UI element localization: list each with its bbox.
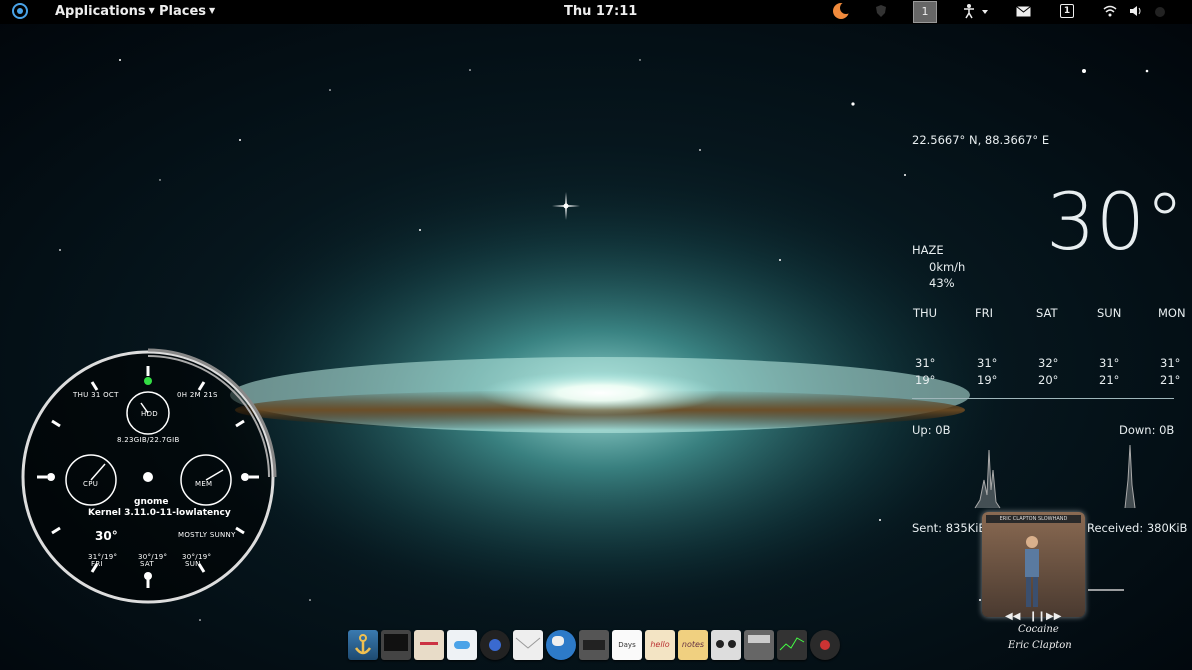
document-editor-icon[interactable] <box>414 630 444 660</box>
printer-icon[interactable] <box>579 630 609 660</box>
clock-face <box>21 348 277 604</box>
chevron-down-icon: ▼ <box>209 6 216 15</box>
turntable-arm-icon <box>1088 589 1124 591</box>
notes-icon[interactable]: notes <box>678 630 708 660</box>
forecast-day: SUN <box>1097 306 1122 320</box>
weather-wind: 0km/h <box>929 260 966 274</box>
places-menu-label: Places <box>159 4 207 19</box>
applications-menu[interactable]: Applications ▼ <box>55 4 155 19</box>
panel-clock[interactable]: Thu 17:11 <box>564 4 637 19</box>
forecast-high: 31° <box>1160 356 1181 370</box>
mem-label: MEM <box>195 480 213 488</box>
globe-icon[interactable] <box>546 630 576 660</box>
applications-menu-label: Applications <box>55 4 146 19</box>
weather-coordinates: 22.5667° N, 88.3667° E <box>912 133 1050 147</box>
clock-condition: MOSTLY SUNNY <box>178 531 236 539</box>
forecast-low: 19° <box>915 373 936 387</box>
clock-date: THU 31 OCT <box>73 391 119 399</box>
forecast-high: 31° <box>915 356 936 370</box>
clock-forecast-day: FRI <box>91 560 103 568</box>
clock-forecast-day: SUN <box>185 560 201 568</box>
artist-figure-icon <box>1025 536 1039 607</box>
hdd-label: HDD <box>141 410 158 418</box>
activities-logo-icon[interactable] <box>11 2 29 24</box>
disk-usage: 8.23GiB/22.7GiB <box>117 436 180 444</box>
calendar-icon[interactable]: Days <box>612 630 642 660</box>
clock-forecast-day: SAT <box>140 560 154 568</box>
track-title: Cocaine <box>1018 624 1059 635</box>
workspace-indicator[interactable]: 1 <box>913 1 937 23</box>
forecast-high: 31° <box>977 356 998 370</box>
speaker-icon[interactable] <box>711 630 741 660</box>
album-art[interactable]: ERIC CLAPTON SLOWHAND <box>982 512 1085 617</box>
track-artist: Eric Clapton <box>1008 640 1072 651</box>
forecast-day: MON <box>1158 306 1186 320</box>
prev-button[interactable]: ◀◀ <box>1005 611 1020 622</box>
forecast-low: 21° <box>1160 373 1181 387</box>
accessibility-icon[interactable] <box>962 3 988 23</box>
cpu-label: CPU <box>83 480 99 488</box>
weather-condition: HAZE <box>912 243 944 257</box>
network-up: Up: 0B <box>912 423 951 437</box>
places-menu[interactable]: Places ▼ <box>159 4 215 19</box>
network-graph <box>974 444 1136 509</box>
workspace-switcher-icon[interactable]: 1 <box>1060 4 1074 18</box>
shield-icon[interactable] <box>875 4 887 22</box>
radio-player-icon[interactable] <box>744 630 774 660</box>
network-down: Down: 0B <box>1119 423 1175 437</box>
forecast-high: 32° <box>1038 356 1059 370</box>
next-button[interactable]: ▶▶ <box>1046 611 1061 622</box>
network-received: Received: 380KiB <box>1087 521 1188 535</box>
album-banner: ERIC CLAPTON SLOWHAND <box>986 515 1081 523</box>
weather-humidity: 43% <box>929 276 955 290</box>
forecast-low: 21° <box>1099 373 1120 387</box>
volume-icon[interactable] <box>1129 5 1143 21</box>
kernel-version: Kernel 3.11.0-11-lowlatency <box>88 508 231 518</box>
forecast-low: 20° <box>1038 373 1059 387</box>
anchor-icon[interactable] <box>348 630 378 660</box>
power-icon[interactable] <box>1154 6 1166 22</box>
forecast-low: 19° <box>977 373 998 387</box>
night-mode-icon[interactable] <box>831 1 853 25</box>
hostname: gnome <box>134 497 169 507</box>
hello-note-icon[interactable]: hello <box>645 630 675 660</box>
weather-divider <box>912 398 1174 399</box>
forecast-high: 31° <box>1099 356 1120 370</box>
clock-temperature: 30° <box>95 529 118 543</box>
toggle-switch-icon[interactable] <box>447 630 477 660</box>
forecast-day: THU <box>913 306 938 320</box>
chevron-down-icon: ▼ <box>148 6 155 15</box>
system-monitor-icon[interactable] <box>777 630 807 660</box>
record-player-icon[interactable] <box>810 630 840 660</box>
top-panel: Applications ▼ Places ▼ Thu 17:11 1 1 <box>0 0 1192 24</box>
forecast-day: SAT <box>1036 306 1058 320</box>
mail-envelope-icon[interactable] <box>513 630 543 660</box>
pause-button[interactable]: ❙❙ <box>1029 611 1046 622</box>
wifi-icon[interactable] <box>1103 5 1117 21</box>
network-sent: Sent: 835KiB <box>912 521 987 535</box>
mail-icon[interactable] <box>1016 6 1031 21</box>
clock-uptime: 0H 2M 21S <box>177 391 218 399</box>
monitor-icon[interactable] <box>381 630 411 660</box>
camera-lens-icon[interactable] <box>480 630 510 660</box>
weather-temperature: 30° <box>1046 178 1185 268</box>
forecast-day: FRI <box>975 306 993 320</box>
